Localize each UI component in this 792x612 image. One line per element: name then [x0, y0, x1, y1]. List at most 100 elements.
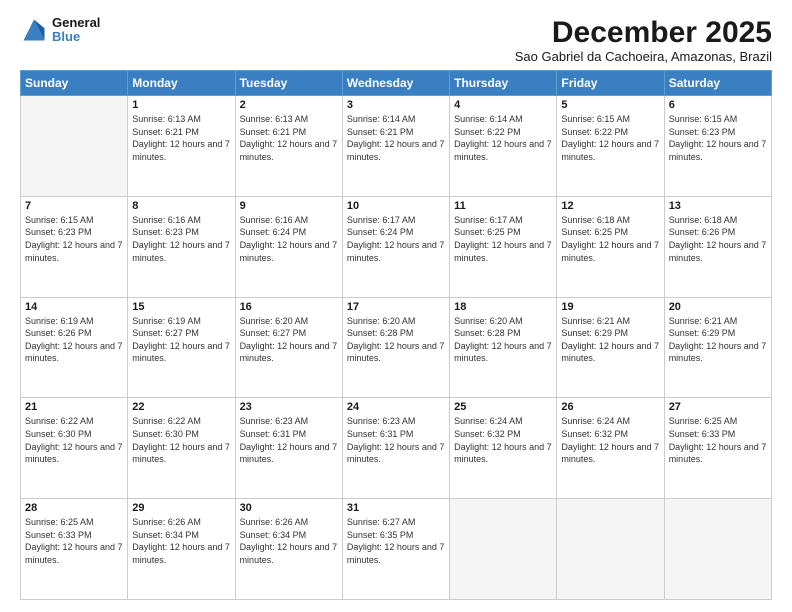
sunset: Sunset: 6:30 PM	[132, 429, 199, 439]
day-number: 9	[240, 200, 338, 212]
day-number: 10	[347, 200, 445, 212]
day-info: Sunrise: 6:15 AM Sunset: 6:22 PM Dayligh…	[561, 113, 659, 163]
calendar-table: Sunday Monday Tuesday Wednesday Thursday…	[20, 70, 772, 600]
sunset: Sunset: 6:24 PM	[240, 227, 307, 237]
day-info: Sunrise: 6:18 AM Sunset: 6:26 PM Dayligh…	[669, 214, 767, 264]
calendar-day: 28 Sunrise: 6:25 AM Sunset: 6:33 PM Dayl…	[21, 499, 128, 600]
daylight: Daylight: 12 hours and 7 minutes.	[454, 442, 552, 465]
sunrise: Sunrise: 6:20 AM	[240, 316, 309, 326]
calendar-day: 13 Sunrise: 6:18 AM Sunset: 6:26 PM Dayl…	[664, 196, 771, 297]
day-number: 29	[132, 502, 230, 514]
day-number: 18	[454, 301, 552, 313]
sunrise: Sunrise: 6:18 AM	[561, 215, 630, 225]
day-number: 4	[454, 99, 552, 111]
day-info: Sunrise: 6:18 AM Sunset: 6:25 PM Dayligh…	[561, 214, 659, 264]
day-number: 8	[132, 200, 230, 212]
sunset: Sunset: 6:35 PM	[347, 530, 414, 540]
calendar-day: 2 Sunrise: 6:13 AM Sunset: 6:21 PM Dayli…	[235, 96, 342, 197]
header: General Blue December 2025 Sao Gabriel d…	[20, 16, 772, 64]
daylight: Daylight: 12 hours and 7 minutes.	[347, 139, 445, 162]
sunset: Sunset: 6:33 PM	[669, 429, 736, 439]
day-info: Sunrise: 6:24 AM Sunset: 6:32 PM Dayligh…	[454, 415, 552, 465]
sunset: Sunset: 6:32 PM	[561, 429, 628, 439]
calendar-week-3: 14 Sunrise: 6:19 AM Sunset: 6:26 PM Dayl…	[21, 297, 772, 398]
sunset: Sunset: 6:21 PM	[132, 127, 199, 137]
sunrise: Sunrise: 6:19 AM	[132, 316, 201, 326]
calendar-day: 19 Sunrise: 6:21 AM Sunset: 6:29 PM Dayl…	[557, 297, 664, 398]
daylight: Daylight: 12 hours and 7 minutes.	[25, 442, 123, 465]
day-info: Sunrise: 6:20 AM Sunset: 6:28 PM Dayligh…	[347, 315, 445, 365]
day-number: 17	[347, 301, 445, 313]
sunset: Sunset: 6:25 PM	[561, 227, 628, 237]
sunrise: Sunrise: 6:19 AM	[25, 316, 94, 326]
sunrise: Sunrise: 6:15 AM	[561, 114, 630, 124]
day-info: Sunrise: 6:25 AM Sunset: 6:33 PM Dayligh…	[669, 415, 767, 465]
col-thursday: Thursday	[450, 71, 557, 96]
logo-line1: General	[52, 16, 100, 30]
calendar-day: 24 Sunrise: 6:23 AM Sunset: 6:31 PM Dayl…	[342, 398, 449, 499]
sunrise: Sunrise: 6:14 AM	[454, 114, 523, 124]
sunset: Sunset: 6:30 PM	[25, 429, 92, 439]
sunrise: Sunrise: 6:24 AM	[454, 416, 523, 426]
calendar-header-row: Sunday Monday Tuesday Wednesday Thursday…	[21, 71, 772, 96]
sunrise: Sunrise: 6:15 AM	[669, 114, 738, 124]
sunrise: Sunrise: 6:25 AM	[669, 416, 738, 426]
calendar-week-4: 21 Sunrise: 6:22 AM Sunset: 6:30 PM Dayl…	[21, 398, 772, 499]
calendar-day: 17 Sunrise: 6:20 AM Sunset: 6:28 PM Dayl…	[342, 297, 449, 398]
day-number: 31	[347, 502, 445, 514]
logo-line2: Blue	[52, 30, 100, 44]
calendar-day: 9 Sunrise: 6:16 AM Sunset: 6:24 PM Dayli…	[235, 196, 342, 297]
day-number: 3	[347, 99, 445, 111]
day-number: 13	[669, 200, 767, 212]
daylight: Daylight: 12 hours and 7 minutes.	[240, 542, 338, 565]
sunset: Sunset: 6:31 PM	[347, 429, 414, 439]
day-info: Sunrise: 6:21 AM Sunset: 6:29 PM Dayligh…	[561, 315, 659, 365]
day-info: Sunrise: 6:24 AM Sunset: 6:32 PM Dayligh…	[561, 415, 659, 465]
day-info: Sunrise: 6:15 AM Sunset: 6:23 PM Dayligh…	[669, 113, 767, 163]
daylight: Daylight: 12 hours and 7 minutes.	[669, 240, 767, 263]
day-number: 6	[669, 99, 767, 111]
daylight: Daylight: 12 hours and 7 minutes.	[240, 139, 338, 162]
calendar-day: 7 Sunrise: 6:15 AM Sunset: 6:23 PM Dayli…	[21, 196, 128, 297]
calendar-day: 6 Sunrise: 6:15 AM Sunset: 6:23 PM Dayli…	[664, 96, 771, 197]
sunrise: Sunrise: 6:15 AM	[25, 215, 94, 225]
sunset: Sunset: 6:26 PM	[25, 328, 92, 338]
daylight: Daylight: 12 hours and 7 minutes.	[669, 139, 767, 162]
day-info: Sunrise: 6:23 AM Sunset: 6:31 PM Dayligh…	[347, 415, 445, 465]
calendar-subtitle: Sao Gabriel da Cachoeira, Amazonas, Braz…	[515, 49, 772, 64]
sunrise: Sunrise: 6:23 AM	[240, 416, 309, 426]
daylight: Daylight: 12 hours and 7 minutes.	[347, 341, 445, 364]
daylight: Daylight: 12 hours and 7 minutes.	[132, 240, 230, 263]
calendar-day: 30 Sunrise: 6:26 AM Sunset: 6:34 PM Dayl…	[235, 499, 342, 600]
day-number: 22	[132, 401, 230, 413]
sunrise: Sunrise: 6:13 AM	[132, 114, 201, 124]
sunset: Sunset: 6:27 PM	[132, 328, 199, 338]
daylight: Daylight: 12 hours and 7 minutes.	[454, 240, 552, 263]
daylight: Daylight: 12 hours and 7 minutes.	[561, 442, 659, 465]
logo-icon	[20, 16, 48, 44]
sunset: Sunset: 6:21 PM	[347, 127, 414, 137]
sunset: Sunset: 6:29 PM	[669, 328, 736, 338]
sunrise: Sunrise: 6:20 AM	[347, 316, 416, 326]
day-info: Sunrise: 6:19 AM Sunset: 6:26 PM Dayligh…	[25, 315, 123, 365]
calendar-day: 5 Sunrise: 6:15 AM Sunset: 6:22 PM Dayli…	[557, 96, 664, 197]
calendar-day: 20 Sunrise: 6:21 AM Sunset: 6:29 PM Dayl…	[664, 297, 771, 398]
day-number: 21	[25, 401, 123, 413]
calendar-day: 10 Sunrise: 6:17 AM Sunset: 6:24 PM Dayl…	[342, 196, 449, 297]
col-friday: Friday	[557, 71, 664, 96]
sunrise: Sunrise: 6:25 AM	[25, 517, 94, 527]
calendar-day	[664, 499, 771, 600]
daylight: Daylight: 12 hours and 7 minutes.	[561, 341, 659, 364]
calendar-day: 12 Sunrise: 6:18 AM Sunset: 6:25 PM Dayl…	[557, 196, 664, 297]
daylight: Daylight: 12 hours and 7 minutes.	[669, 341, 767, 364]
sunrise: Sunrise: 6:22 AM	[25, 416, 94, 426]
day-number: 28	[25, 502, 123, 514]
sunrise: Sunrise: 6:26 AM	[240, 517, 309, 527]
sunset: Sunset: 6:32 PM	[454, 429, 521, 439]
calendar-day: 29 Sunrise: 6:26 AM Sunset: 6:34 PM Dayl…	[128, 499, 235, 600]
day-number: 23	[240, 401, 338, 413]
logo: General Blue	[20, 16, 100, 45]
sunrise: Sunrise: 6:17 AM	[347, 215, 416, 225]
sunset: Sunset: 6:22 PM	[454, 127, 521, 137]
day-number: 11	[454, 200, 552, 212]
